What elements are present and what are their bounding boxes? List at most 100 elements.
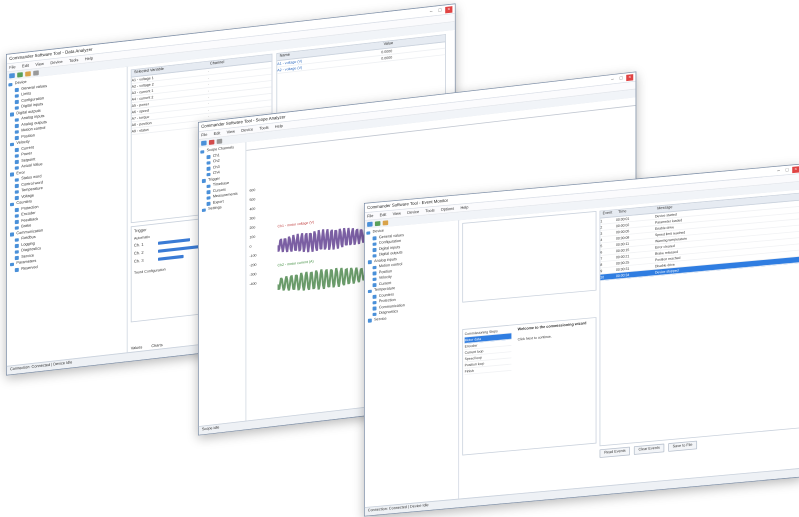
menu-view[interactable]: View	[393, 211, 401, 216]
channel-tree: Scope Channels Ch1 Ch2 Ch3 Ch4 Trigger Timebas…	[198, 142, 247, 427]
settings-icon[interactable]	[33, 70, 39, 76]
menu-tools[interactable]: Tools	[69, 57, 78, 63]
folder-icon	[14, 147, 19, 152]
tree-node-label: Service	[374, 316, 387, 322]
folder-icon	[372, 247, 377, 252]
menu-edit[interactable]: Edit	[380, 212, 387, 217]
folder-icon	[366, 230, 371, 235]
menu-device[interactable]: Device	[241, 127, 253, 133]
folder-icon	[367, 260, 372, 264]
close-icon[interactable]: ×	[626, 73, 634, 81]
folder-icon	[372, 294, 377, 299]
clear-events-button[interactable]: Clear Events	[633, 443, 665, 455]
menu-edit[interactable]: Edit	[22, 63, 29, 69]
level-bar	[158, 254, 184, 261]
zoom-icon[interactable]	[216, 138, 223, 145]
folder-icon	[14, 135, 19, 140]
signal-channel-marker: ·	[207, 82, 209, 87]
event-monitor-window: Commander Software Tool - Event Monitor …	[364, 163, 799, 517]
wizard-steps: Commissioning Steps Motor data Encoder Curr…	[464, 327, 512, 375]
connect-icon[interactable]	[382, 220, 389, 226]
maximize-icon[interactable]: □	[436, 7, 443, 14]
minimize-icon[interactable]: –	[609, 76, 616, 83]
folder-icon	[14, 225, 19, 230]
folder-icon	[14, 117, 19, 122]
menu-view[interactable]: View	[35, 61, 44, 67]
open-icon[interactable]	[367, 221, 373, 227]
main-panel: Commissioning Steps Motor data Encoder Curr…	[459, 189, 799, 500]
folder-icon	[10, 262, 14, 267]
folder-icon	[200, 149, 205, 154]
save-icon[interactable]	[17, 72, 23, 78]
bar-label: Ch. 2	[134, 250, 144, 257]
trace2-label: Ch2 - motor current (A)	[277, 259, 314, 268]
folder-icon	[206, 201, 211, 206]
folder-icon	[10, 172, 14, 177]
menu-tools[interactable]: Tools	[425, 208, 434, 213]
save-to-file-button[interactable]: Save to File	[667, 440, 698, 452]
signal-channel-marker: ·	[207, 101, 209, 106]
folder-icon	[372, 300, 377, 305]
run-icon[interactable]	[201, 140, 207, 146]
folder-icon	[206, 154, 211, 159]
folder-icon	[10, 202, 14, 207]
tree-node-label: Settings	[208, 205, 222, 212]
signal-channel-marker: ·	[207, 75, 209, 81]
folder-icon	[372, 265, 377, 270]
folder-icon	[206, 184, 211, 189]
folder-icon	[372, 242, 377, 246]
signal-channel-marker: ·	[207, 69, 209, 74]
folder-icon	[372, 271, 377, 276]
folder-icon	[367, 289, 372, 294]
stop-icon[interactable]	[208, 139, 215, 145]
tree-node-label: Reserved	[21, 265, 38, 272]
menu-view[interactable]: View	[227, 129, 235, 135]
menu-file[interactable]: File	[201, 132, 207, 137]
read-events-button[interactable]: Read Events	[599, 446, 631, 458]
folder-icon	[14, 237, 19, 242]
bar-label: Ch. 3	[134, 258, 144, 265]
menu-tools[interactable]: Tools	[259, 125, 268, 131]
event-list-panel: Event Time Message 1 00:00:01 Device start…	[599, 192, 799, 447]
menu-file[interactable]: File	[367, 213, 373, 218]
menu-help[interactable]: Help	[460, 205, 468, 210]
folder-icon	[14, 159, 19, 164]
folder-icon	[14, 249, 19, 254]
folder-icon	[206, 166, 211, 171]
menu-device[interactable]: Device	[50, 59, 62, 65]
folder-icon	[14, 93, 19, 98]
folder-icon	[8, 82, 13, 87]
folder-icon	[14, 99, 19, 104]
folder-icon	[10, 142, 14, 147]
folder-icon	[372, 306, 377, 311]
folder-icon	[14, 219, 19, 224]
folder-icon	[206, 189, 211, 194]
menu-help[interactable]: Help	[85, 56, 93, 62]
folder-icon	[372, 253, 377, 258]
menu-options[interactable]: Options	[441, 206, 454, 212]
save-icon[interactable]	[374, 221, 381, 227]
wizard-title: Welcome to the commissioning wizard	[517, 321, 587, 332]
folder-icon	[372, 312, 377, 317]
folder-icon	[14, 195, 19, 200]
open-icon[interactable]	[9, 73, 15, 79]
folder-icon	[14, 267, 19, 272]
folder-icon	[14, 177, 19, 182]
menu-device[interactable]: Device	[407, 209, 419, 215]
minimize-icon[interactable]: –	[775, 167, 782, 174]
folder-icon	[201, 208, 206, 213]
signal-channel-marker: ·	[207, 114, 209, 119]
folder-icon	[14, 255, 19, 260]
folder-icon	[206, 195, 211, 200]
maximize-icon[interactable]: □	[618, 75, 625, 82]
menu-file[interactable]: File	[9, 65, 15, 71]
menu-edit[interactable]: Edit	[214, 131, 221, 136]
connect-icon[interactable]	[25, 71, 31, 77]
event-number: 10	[600, 275, 605, 280]
folder-icon	[14, 153, 19, 158]
close-icon[interactable]: ×	[445, 5, 453, 13]
minimize-icon[interactable]: –	[428, 8, 435, 15]
maximize-icon[interactable]: □	[784, 167, 791, 174]
close-icon[interactable]: ×	[792, 165, 799, 173]
menu-help[interactable]: Help	[275, 124, 283, 130]
